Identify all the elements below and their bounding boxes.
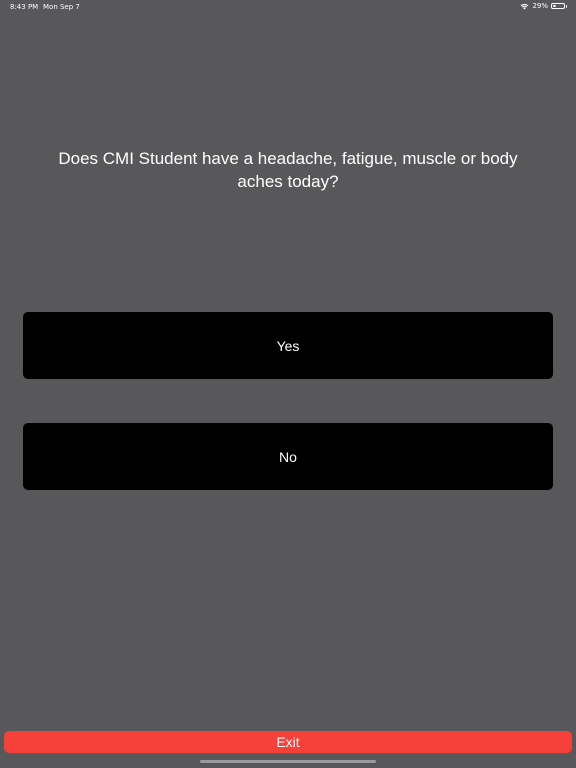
wifi-icon [521, 3, 529, 9]
screen: 8:43 PM Mon Sep 7 29% Does CMI Student h… [0, 0, 576, 768]
status-bar: 8:43 PM Mon Sep 7 29% [0, 0, 576, 14]
battery-icon [551, 3, 565, 9]
battery-percent: 29% [532, 2, 548, 10]
yes-button[interactable]: Yes [23, 312, 553, 379]
exit-button[interactable]: Exit [4, 731, 572, 753]
status-time: 8:43 PM [10, 3, 39, 11]
status-right: 29% [520, 2, 567, 10]
home-indicator [200, 760, 376, 763]
no-button[interactable]: No [23, 423, 553, 490]
battery-fill [553, 5, 556, 7]
battery-tip [566, 4, 567, 8]
question-text: Does CMI Student have a headache, fatigu… [58, 149, 518, 191]
status-date: Mon Sep 7 [43, 3, 80, 11]
